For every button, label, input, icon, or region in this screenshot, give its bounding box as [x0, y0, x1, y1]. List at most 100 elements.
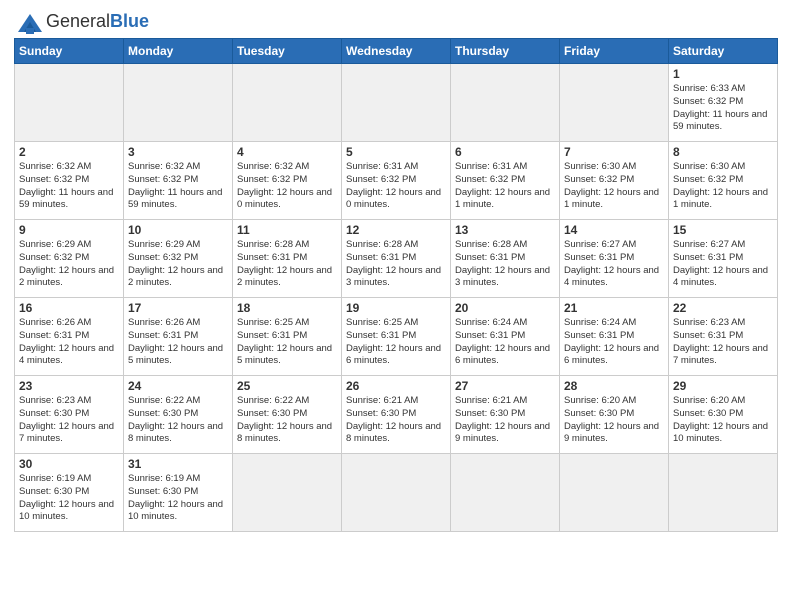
col-wednesday: Wednesday [342, 39, 451, 64]
calendar-cell: 21 Sunrise: 6:24 AMSunset: 6:31 PMDayligh… [560, 298, 669, 376]
day-number: 3 [128, 145, 228, 159]
day-info: Sunrise: 6:25 AMSunset: 6:31 PMDaylight:… [346, 317, 446, 368]
day-number: 28 [564, 379, 664, 393]
day-number: 29 [673, 379, 773, 393]
calendar-cell: 6 Sunrise: 6:31 AMSunset: 6:32 PMDaylight… [451, 142, 560, 220]
calendar-cell: 7Sunrise: 6:30 AMSunset: 6:32 PMDaylight… [560, 142, 669, 220]
day-info: Sunrise: 6:26 AMSunset: 6:31 PMDaylight:… [128, 317, 228, 368]
day-info: Sunrise: 6:29 AMSunset: 6:32 PMDaylight:… [128, 239, 228, 290]
day-number: 23 [19, 379, 119, 393]
day-info: Sunrise: 6:25 AMSunset: 6:31 PMDaylight:… [237, 317, 337, 368]
day-number: 16 [19, 301, 119, 315]
calendar-cell: 26 Sunrise: 6:21 AMSunset: 6:30 PMDayligh… [342, 376, 451, 454]
day-number: 26 [346, 379, 446, 393]
day-info: Sunrise: 6:31 AMSunset: 6:32 PMDaylight:… [346, 161, 446, 212]
day-number: 24 [128, 379, 228, 393]
calendar-cell: 31Sunrise: 6:19 AMSunset: 6:30 PMDayligh… [124, 454, 233, 532]
day-number: 22 [673, 301, 773, 315]
calendar-cell [124, 64, 233, 142]
day-info: Sunrise: 6:32 AMSunset: 6:32 PMDaylight:… [237, 161, 337, 212]
day-info: Sunrise: 6:31 AMSunset: 6:32 PMDaylight:… [455, 161, 555, 212]
calendar-body: 1 Sunrise: 6:33 AMSunset: 6:32 PMDaylight… [15, 64, 778, 532]
calendar-cell: 14 Sunrise: 6:27 AMSunset: 6:31 PMDayligh… [560, 220, 669, 298]
calendar-cell: 13 Sunrise: 6:28 AMSunset: 6:31 PMDayligh… [451, 220, 560, 298]
calendar-cell: 22 Sunrise: 6:23 AMSunset: 6:31 PMDayligh… [669, 298, 778, 376]
day-info: Sunrise: 6:23 AMSunset: 6:31 PMDaylight:… [673, 317, 773, 368]
calendar-cell: 4Sunrise: 6:32 AMSunset: 6:32 PMDaylight… [233, 142, 342, 220]
day-info: Sunrise: 6:28 AMSunset: 6:31 PMDaylight:… [455, 239, 555, 290]
calendar-cell: 23 Sunrise: 6:23 AMSunset: 6:30 PMDayligh… [15, 376, 124, 454]
day-info: Sunrise: 6:28 AMSunset: 6:31 PMDaylight:… [237, 239, 337, 290]
col-monday: Monday [124, 39, 233, 64]
day-number: 8 [673, 145, 773, 159]
day-number: 21 [564, 301, 664, 315]
calendar-cell: 12 Sunrise: 6:28 AMSunset: 6:31 PMDayligh… [342, 220, 451, 298]
day-info: Sunrise: 6:19 AMSunset: 6:30 PMDaylight:… [128, 473, 228, 524]
day-info: Sunrise: 6:20 AMSunset: 6:30 PMDaylight:… [673, 395, 773, 446]
day-info: Sunrise: 6:32 AMSunset: 6:32 PMDaylight:… [128, 161, 228, 212]
col-thursday: Thursday [451, 39, 560, 64]
calendar-cell: 11 Sunrise: 6:28 AMSunset: 6:31 PMDayligh… [233, 220, 342, 298]
header: GeneralBlue [14, 10, 778, 32]
day-info: Sunrise: 6:22 AMSunset: 6:30 PMDaylight:… [128, 395, 228, 446]
calendar-cell: 20 Sunrise: 6:24 AMSunset: 6:31 PMDayligh… [451, 298, 560, 376]
weekday-header-row: Sunday Monday Tuesday Wednesday Thursday… [15, 39, 778, 64]
calendar-cell: 5 Sunrise: 6:31 AMSunset: 6:32 PMDaylight… [342, 142, 451, 220]
day-info: Sunrise: 6:24 AMSunset: 6:31 PMDaylight:… [455, 317, 555, 368]
day-number: 27 [455, 379, 555, 393]
logo-text: GeneralBlue [46, 11, 149, 32]
logo-general: GeneralBlue [46, 11, 149, 31]
calendar-cell: 30Sunrise: 6:19 AMSunset: 6:30 PMDayligh… [15, 454, 124, 532]
calendar-cell: 27 Sunrise: 6:21 AMSunset: 6:30 PMDayligh… [451, 376, 560, 454]
calendar-cell: 15Sunrise: 6:27 AMSunset: 6:31 PMDayligh… [669, 220, 778, 298]
day-info: Sunrise: 6:19 AMSunset: 6:30 PMDaylight:… [19, 473, 119, 524]
day-number: 14 [564, 223, 664, 237]
day-number: 1 [673, 67, 773, 81]
calendar-cell: 18 Sunrise: 6:25 AMSunset: 6:31 PMDayligh… [233, 298, 342, 376]
calendar-cell [342, 64, 451, 142]
calendar-cell: 3 Sunrise: 6:32 AMSunset: 6:32 PMDaylight… [124, 142, 233, 220]
day-number: 13 [455, 223, 555, 237]
day-info: Sunrise: 6:27 AMSunset: 6:31 PMDaylight:… [564, 239, 664, 290]
day-number: 17 [128, 301, 228, 315]
day-number: 12 [346, 223, 446, 237]
day-info: Sunrise: 6:30 AMSunset: 6:32 PMDaylight:… [673, 161, 773, 212]
day-info: Sunrise: 6:23 AMSunset: 6:30 PMDaylight:… [19, 395, 119, 446]
day-number: 25 [237, 379, 337, 393]
day-info: Sunrise: 6:27 AMSunset: 6:31 PMDaylight:… [673, 239, 773, 290]
calendar-cell: 25Sunrise: 6:22 AMSunset: 6:30 PMDayligh… [233, 376, 342, 454]
day-info: Sunrise: 6:29 AMSunset: 6:32 PMDaylight:… [19, 239, 119, 290]
calendar-cell: 19Sunrise: 6:25 AMSunset: 6:31 PMDayligh… [342, 298, 451, 376]
col-saturday: Saturday [669, 39, 778, 64]
calendar-cell [342, 454, 451, 532]
calendar-cell: 17 Sunrise: 6:26 AMSunset: 6:31 PMDayligh… [124, 298, 233, 376]
calendar-cell [669, 454, 778, 532]
day-info: Sunrise: 6:33 AMSunset: 6:32 PMDaylight:… [673, 83, 773, 134]
day-info: Sunrise: 6:30 AMSunset: 6:32 PMDaylight:… [564, 161, 664, 212]
calendar-cell [451, 454, 560, 532]
day-number: 6 [455, 145, 555, 159]
day-info: Sunrise: 6:21 AMSunset: 6:30 PMDaylight:… [455, 395, 555, 446]
calendar-cell [560, 64, 669, 142]
calendar-cell: 2Sunrise: 6:32 AMSunset: 6:32 PMDaylight… [15, 142, 124, 220]
col-friday: Friday [560, 39, 669, 64]
day-number: 20 [455, 301, 555, 315]
day-info: Sunrise: 6:24 AMSunset: 6:31 PMDaylight:… [564, 317, 664, 368]
day-info: Sunrise: 6:28 AMSunset: 6:31 PMDaylight:… [346, 239, 446, 290]
day-number: 18 [237, 301, 337, 315]
calendar: Sunday Monday Tuesday Wednesday Thursday… [14, 38, 778, 532]
day-info: Sunrise: 6:21 AMSunset: 6:30 PMDaylight:… [346, 395, 446, 446]
day-info: Sunrise: 6:20 AMSunset: 6:30 PMDaylight:… [564, 395, 664, 446]
calendar-cell: 24 Sunrise: 6:22 AMSunset: 6:30 PMDayligh… [124, 376, 233, 454]
day-number: 9 [19, 223, 119, 237]
day-number: 2 [19, 145, 119, 159]
day-number: 11 [237, 223, 337, 237]
calendar-cell [560, 454, 669, 532]
day-info: Sunrise: 6:26 AMSunset: 6:31 PMDaylight:… [19, 317, 119, 368]
calendar-cell: 9 Sunrise: 6:29 AMSunset: 6:32 PMDaylight… [15, 220, 124, 298]
day-number: 5 [346, 145, 446, 159]
calendar-cell: 1 Sunrise: 6:33 AMSunset: 6:32 PMDaylight… [669, 64, 778, 142]
calendar-cell [233, 454, 342, 532]
calendar-cell: 28 Sunrise: 6:20 AMSunset: 6:30 PMDayligh… [560, 376, 669, 454]
calendar-cell [233, 64, 342, 142]
